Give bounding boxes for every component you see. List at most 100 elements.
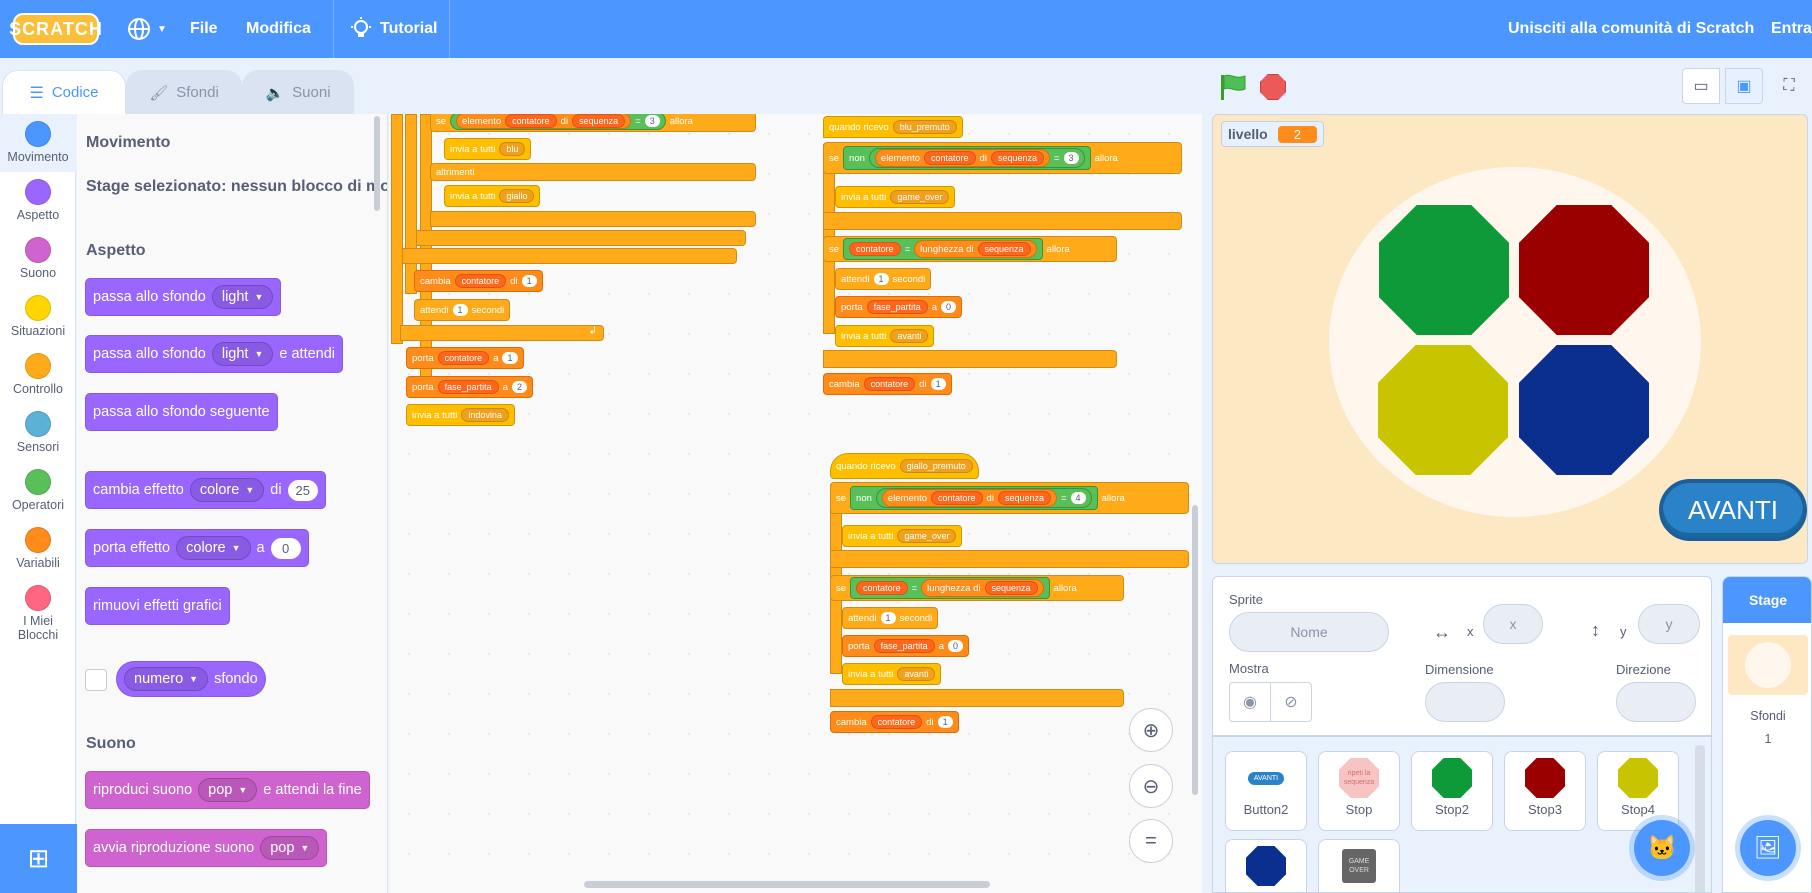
number-input[interactable]: 1 xyxy=(873,273,889,285)
change-variable-block[interactable]: cambia contatore di 1 xyxy=(830,711,959,733)
number-input[interactable]: 1 xyxy=(930,378,946,390)
backdrop-dropdown[interactable]: light ▼ xyxy=(211,342,274,366)
variable-dropdown[interactable]: contatore xyxy=(454,274,507,288)
variable-dropdown[interactable]: fase_partita xyxy=(866,300,928,314)
file-menu[interactable]: File xyxy=(190,0,218,58)
category-operators[interactable]: Operatori xyxy=(0,462,76,520)
category-my-blocks[interactable]: I Miei Blocchi xyxy=(0,578,76,642)
avanti-button[interactable]: AVANTI xyxy=(1659,479,1807,541)
small-stage-button[interactable]: ▭ xyxy=(1682,68,1720,104)
sprite-tile-stop[interactable]: ripeti la sequenza Stop xyxy=(1318,751,1400,831)
red-octagon[interactable] xyxy=(1519,205,1649,335)
zoom-out-button[interactable]: ⊖ xyxy=(1129,764,1173,808)
direction-input[interactable] xyxy=(1616,682,1696,722)
if-else-block[interactable]: se elemento contatore di sequenza = 3 allora xyxy=(430,114,756,132)
if-block[interactable]: se non elemento contatore di sequenza = 3 al… xyxy=(823,142,1182,174)
variable-dropdown[interactable]: contatore xyxy=(863,377,916,391)
item-reporter[interactable]: elemento contatore di sequenza xyxy=(456,114,632,129)
category-variables[interactable]: Variabili xyxy=(0,520,76,578)
size-input[interactable] xyxy=(1425,682,1505,722)
tab-sounds[interactable]: 🔈 Suoni xyxy=(242,70,354,114)
item-reporter[interactable]: elemento contatore di sequenza xyxy=(881,489,1057,507)
sprite-tile-stop3[interactable]: Stop3 xyxy=(1504,751,1586,831)
block-play-sound-wait[interactable]: riproduci suono pop ▼ e attendi la fine xyxy=(85,771,370,809)
if-block[interactable]: se contatore = lunghezza di sequenza allor… xyxy=(823,236,1117,262)
list-dropdown[interactable]: sequenza xyxy=(990,151,1044,165)
backdrop-dropdown[interactable]: light ▼ xyxy=(211,285,274,309)
equals-operator[interactable]: contatore = lunghezza di sequenza xyxy=(843,238,1043,260)
number-input[interactable]: 3 xyxy=(1063,152,1079,164)
list-dropdown[interactable]: sequenza xyxy=(572,114,626,128)
variable-dropdown[interactable]: fase_partita xyxy=(873,639,935,653)
list-dropdown[interactable]: sequenza xyxy=(984,581,1038,595)
number-input[interactable]: 0 xyxy=(270,537,301,559)
variable-reporter[interactable]: contatore xyxy=(856,581,908,595)
sprite-name-input[interactable]: Nome xyxy=(1229,612,1389,652)
effect-dropdown[interactable]: colore ▼ xyxy=(189,478,265,502)
choose-backdrop-button[interactable]: 🖼 xyxy=(1740,820,1796,876)
y-input[interactable]: y xyxy=(1638,604,1700,644)
edit-menu[interactable]: Modifica xyxy=(246,0,311,58)
language-menu[interactable]: ▼ xyxy=(127,0,167,58)
zoom-reset-button[interactable]: = xyxy=(1129,819,1173,863)
broadcast-block[interactable]: invia a tutti indovina xyxy=(406,404,515,426)
sprite-tile-game-over[interactable]: GAME OVER xyxy=(1318,839,1400,892)
variable-reporter[interactable]: contatore xyxy=(505,114,557,128)
set-variable-block[interactable]: porta contatore a 1 xyxy=(406,347,524,369)
wait-block[interactable]: attendi 1 secondi xyxy=(835,268,932,290)
set-variable-block[interactable]: porta fase_partita a 2 xyxy=(406,376,533,398)
palette-scrollbar[interactable] xyxy=(374,116,380,211)
number-input[interactable]: 0 xyxy=(940,301,956,313)
sound-dropdown[interactable]: pop ▼ xyxy=(198,778,258,802)
broadcast-block[interactable]: invia a tutti blu xyxy=(444,138,532,160)
list-dropdown[interactable]: sequenza xyxy=(977,242,1031,256)
message-dropdown[interactable]: avanti xyxy=(897,667,936,681)
fullscreen-button[interactable]: ⛶ xyxy=(1770,68,1808,104)
number-input[interactable]: 2 xyxy=(511,381,527,393)
number-input[interactable]: 1 xyxy=(452,304,468,316)
sprite-tile-stop2[interactable]: Stop2 xyxy=(1411,751,1493,831)
length-reporter[interactable]: lunghezza di sequenza xyxy=(921,579,1044,597)
x-input[interactable]: x xyxy=(1483,604,1543,644)
add-extension-button[interactable]: ⊞ xyxy=(0,824,77,893)
hide-sprite-button[interactable]: ⊘ xyxy=(1270,682,1312,722)
sign-in-link[interactable]: Entra xyxy=(1771,0,1812,58)
equals-operator[interactable]: elemento contatore di sequenza = 3 xyxy=(450,114,666,130)
equals-operator[interactable]: contatore = lunghezza di sequenza xyxy=(850,577,1050,599)
variable-dropdown[interactable]: fase_partita xyxy=(437,380,499,394)
equals-operator[interactable]: elemento contatore di sequenza = 4 xyxy=(875,488,1092,508)
yellow-octagon[interactable] xyxy=(1378,345,1508,475)
when-receive-hat[interactable]: quando ricevo blu_premuto xyxy=(823,116,963,138)
if-block[interactable]: se non elemento contatore di sequenza = 4 al… xyxy=(830,482,1189,514)
block-backdrop-reporter[interactable]: numero ▼ sfondo xyxy=(116,661,266,697)
number-input[interactable]: 0 xyxy=(947,640,963,652)
length-reporter[interactable]: lunghezza di sequenza xyxy=(914,240,1037,258)
backdrop-monitor-checkbox[interactable] xyxy=(85,669,107,691)
number-input[interactable]: 1 xyxy=(937,716,953,728)
message-dropdown[interactable]: indovina xyxy=(461,408,509,422)
block-switch-backdrop-wait[interactable]: passa allo sfondo light ▼ e attendi xyxy=(85,335,344,373)
choose-sprite-button[interactable]: 🐱 xyxy=(1634,820,1690,876)
show-sprite-button[interactable]: ◉ xyxy=(1229,682,1271,722)
number-input[interactable]: 4 xyxy=(1070,492,1086,504)
message-dropdown[interactable]: game_over xyxy=(890,190,950,204)
scratch-logo[interactable]: SCRATCH xyxy=(9,13,102,45)
set-variable-block[interactable]: porta fase_partita a 0 xyxy=(835,296,962,318)
category-sensing[interactable]: Sensori xyxy=(0,404,76,462)
message-dropdown[interactable]: avanti xyxy=(890,329,929,343)
number-input[interactable]: 3 xyxy=(644,115,660,127)
tab-backdrops[interactable]: 🖌 Sfondi xyxy=(126,70,242,114)
normal-stage-button[interactable]: ▣ xyxy=(1725,68,1763,104)
variable-reporter[interactable]: contatore xyxy=(931,491,983,505)
list-dropdown[interactable]: sequenza xyxy=(997,491,1051,505)
variable-dropdown[interactable]: contatore xyxy=(437,351,490,365)
message-dropdown[interactable]: giallo_premuto xyxy=(899,459,973,473)
change-variable-block[interactable]: cambia contatore di 1 xyxy=(823,373,952,395)
workspace-horizontal-scrollbar[interactable] xyxy=(584,881,990,888)
not-operator[interactable]: non elemento contatore di sequenza = 3 xyxy=(843,146,1091,170)
message-dropdown[interactable]: game_over xyxy=(897,529,957,543)
number-input[interactable]: 1 xyxy=(502,352,518,364)
sprite-tile-stop4[interactable]: Stop4 xyxy=(1597,751,1679,831)
category-control[interactable]: Controllo xyxy=(0,346,76,404)
broadcast-block[interactable]: invia a tutti avanti xyxy=(842,663,942,685)
